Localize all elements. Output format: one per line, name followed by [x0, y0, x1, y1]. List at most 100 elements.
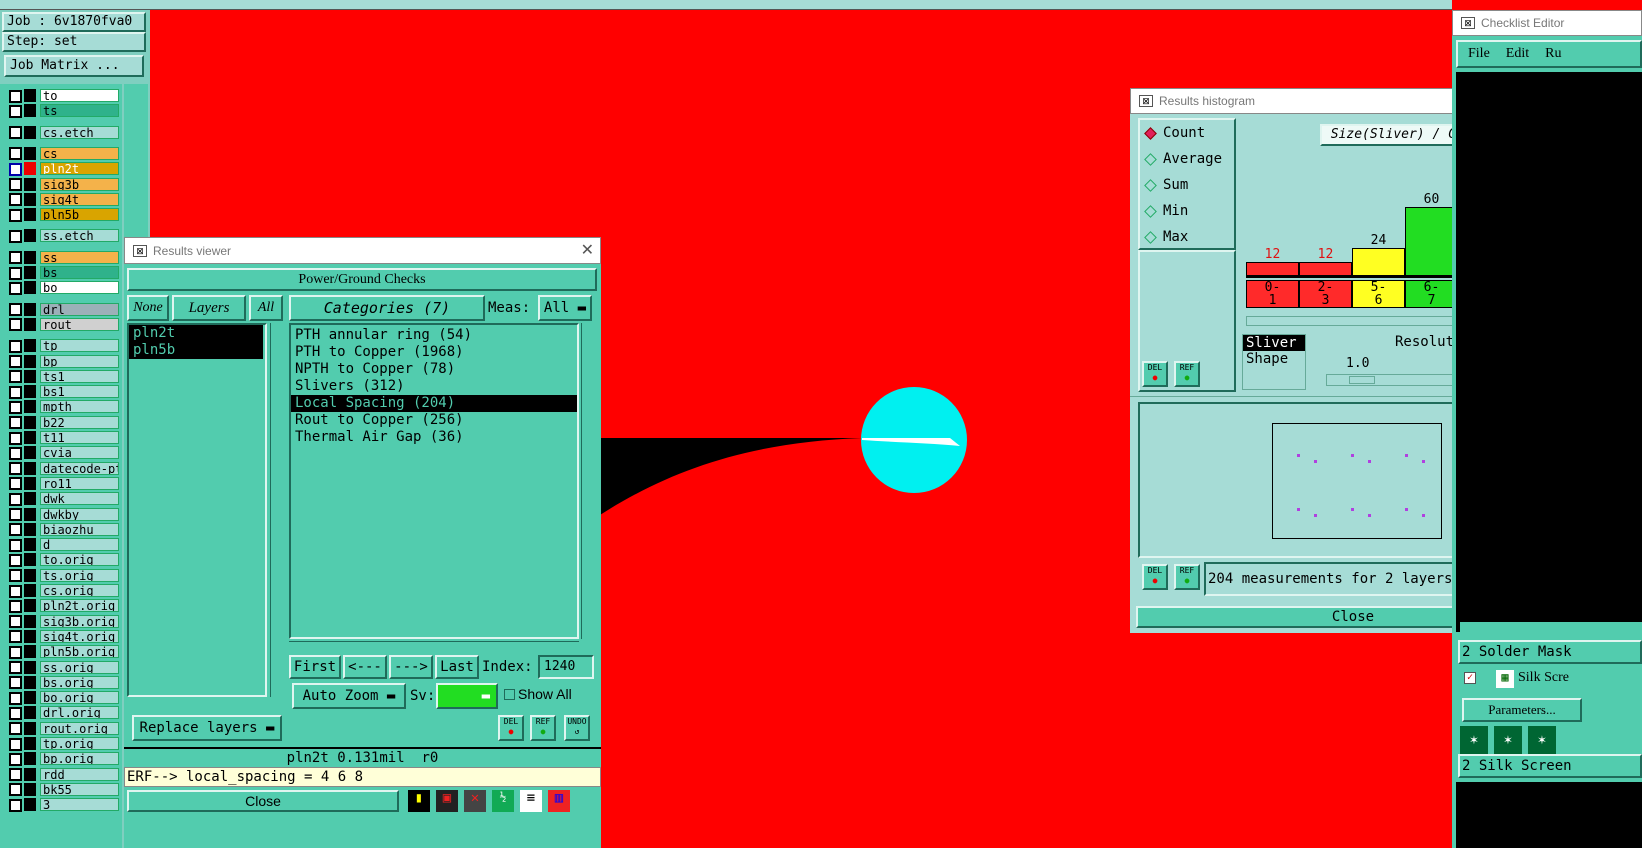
layer-row-15[interactable]: bp [5, 354, 119, 369]
layer-checkbox[interactable] [9, 400, 22, 414]
slider-thumb[interactable] [1349, 376, 1375, 384]
half-icon[interactable]: ½ [492, 790, 514, 812]
ref-icon[interactable]: REF ● [530, 715, 556, 741]
highlight-icon[interactable]: ▮ [408, 790, 430, 812]
layer-checkbox[interactable] [9, 691, 22, 705]
layer-checkbox[interactable] [9, 584, 22, 598]
layer-row-4[interactable]: pln2t [5, 161, 119, 176]
layer-name[interactable]: ss.orig [40, 660, 119, 674]
layer-checkbox[interactable] [9, 599, 22, 613]
layer-row-40[interactable]: tp.orig [5, 736, 119, 751]
layer-checkbox[interactable] [9, 446, 22, 460]
layer-checkbox[interactable] [9, 492, 22, 506]
layer-checkbox[interactable] [9, 737, 22, 751]
category-item[interactable]: Slivers (312) [291, 378, 577, 395]
layer-name[interactable]: sig4t.orig [40, 629, 119, 643]
layer-row-13[interactable]: rout [5, 317, 119, 332]
category-item[interactable]: PTH to Copper (1968) [291, 344, 577, 361]
layer-name[interactable]: cvia [40, 446, 119, 460]
layer-checkbox[interactable] [9, 147, 22, 161]
layer-name[interactable]: datecode-pt [40, 461, 119, 475]
result-layer-item[interactable]: pln2t [129, 325, 263, 342]
histogram-icon[interactable]: ▥ [548, 790, 570, 812]
layer-name[interactable]: tp.orig [40, 737, 119, 750]
layer-name[interactable]: bk55 [40, 782, 119, 796]
layer-checkbox[interactable] [9, 303, 22, 317]
sliver-item[interactable]: Sliver [1243, 335, 1305, 351]
radio-icon[interactable] [1144, 204, 1157, 218]
layer-row-42[interactable]: rdd [5, 767, 119, 782]
layer-name[interactable]: dwk [40, 492, 119, 506]
report-icon[interactable]: ≡ [520, 790, 542, 812]
layer-list-scrollbar[interactable] [270, 323, 284, 697]
filter-layers-button[interactable]: Layers [172, 295, 246, 321]
layer-row-39[interactable]: rout.orig [5, 721, 119, 736]
layer-checkbox[interactable] [9, 645, 22, 659]
results-viewer-titlebar[interactable]: ⊠ Results viewer ✕ [124, 237, 601, 264]
layer-name[interactable]: bo [40, 281, 119, 295]
layer-name[interactable]: 3 [40, 798, 119, 812]
layer-checkbox[interactable] [9, 615, 22, 629]
layer-row-16[interactable]: ts1 [5, 369, 119, 384]
filter-all-button[interactable]: All [249, 295, 283, 321]
radio-icon[interactable] [1144, 152, 1157, 166]
layer-checkbox[interactable] [9, 523, 22, 537]
prev-button[interactable]: <--- [343, 655, 387, 679]
checklist-row-silk-screen[interactable]: 2 Silk Screen [1458, 754, 1642, 778]
layer-row-6[interactable]: sig4t [5, 192, 119, 207]
result-layer-item[interactable]: pln5b [129, 342, 263, 359]
layer-name[interactable]: b22 [40, 415, 119, 429]
layer-checkbox[interactable] [9, 416, 22, 430]
category-scrollbar[interactable] [581, 323, 595, 639]
run-icon[interactable]: ✶ [1460, 726, 1488, 754]
layer-checkbox[interactable] [9, 208, 22, 222]
layer-name[interactable]: rdd [40, 767, 119, 781]
layer-name[interactable]: bp [40, 354, 119, 368]
layer-name[interactable]: drl.orig [40, 706, 119, 720]
bar[interactable] [1246, 262, 1299, 276]
bar[interactable] [1405, 207, 1458, 276]
menu-file[interactable]: File [1468, 46, 1490, 62]
layer-checkbox[interactable] [9, 431, 22, 445]
layer-checkbox[interactable] [9, 462, 22, 476]
layer-name[interactable]: bs [40, 266, 119, 279]
layer-checkbox[interactable] [9, 630, 22, 644]
layer-name[interactable]: cs.orig [40, 584, 119, 597]
layer-row-2[interactable]: cs.etch [5, 125, 119, 140]
layer-row-0[interactable]: to [5, 88, 119, 103]
clear-icon[interactable]: ✕ [464, 790, 486, 812]
layer-row-34[interactable]: pln5b.orig [5, 644, 119, 659]
layer-name[interactable]: rout.orig [40, 721, 119, 735]
menu-edit[interactable]: Edit [1506, 46, 1529, 62]
preview-del-icon[interactable]: DEL ● [1142, 564, 1168, 590]
layer-checkbox[interactable] [9, 251, 22, 265]
category-item[interactable]: Thermal Air Gap (36) [291, 429, 577, 446]
layer-name[interactable]: bs1 [40, 385, 119, 399]
layer-checkbox[interactable] [9, 477, 22, 491]
layer-row-29[interactable]: ts.orig [5, 568, 119, 583]
hist-del-icon[interactable]: DEL ● [1142, 361, 1168, 387]
layer-name[interactable]: ss [40, 250, 119, 264]
layer-name[interactable]: to.orig [40, 553, 119, 567]
layer-name[interactable]: cs [40, 146, 119, 160]
layer-name[interactable]: dwkby [40, 507, 119, 521]
layer-name[interactable]: pln2t [40, 162, 119, 176]
first-button[interactable]: First [289, 655, 341, 679]
layer-row-25[interactable]: dwkby [5, 507, 119, 522]
layer-checkbox[interactable] [9, 339, 22, 353]
layer-row-14[interactable]: tp [5, 338, 119, 353]
mode-option-count[interactable]: Count [1140, 120, 1234, 146]
layer-name[interactable]: pln5b.orig [40, 645, 119, 659]
layer-name[interactable]: sig4t [40, 192, 119, 206]
layer-row-1[interactable]: ts [5, 103, 119, 118]
next-button[interactable]: ---> [389, 655, 433, 679]
category-list[interactable]: PTH annular ring (54) PTH to Copper (1968… [289, 323, 579, 639]
sliver-shape-list[interactable]: Sliver Shape [1242, 334, 1306, 390]
layer-row-44[interactable]: 3 [5, 797, 119, 812]
menu-run[interactable]: Ru [1545, 46, 1561, 62]
layer-checkbox[interactable] [9, 768, 22, 782]
index-field[interactable]: 1240 [538, 655, 594, 679]
layer-row-3[interactable]: cs [5, 146, 119, 161]
layer-row-23[interactable]: ro11 [5, 476, 119, 491]
layer-row-10[interactable]: bs [5, 265, 119, 280]
